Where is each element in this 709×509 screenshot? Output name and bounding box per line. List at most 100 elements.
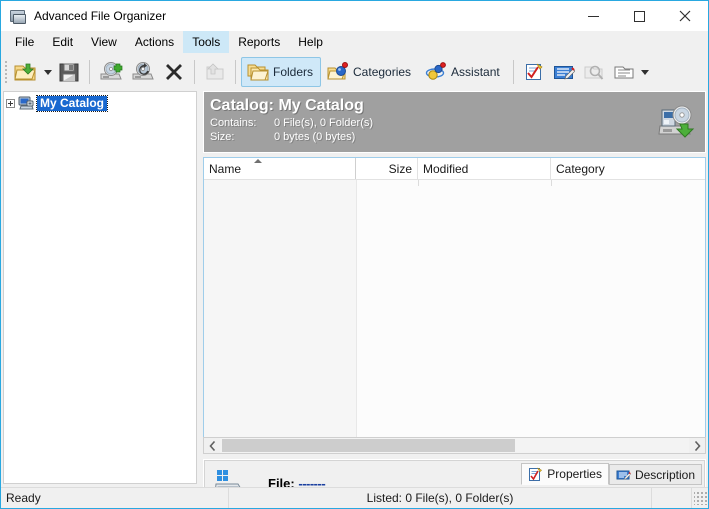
status-listed: Listed: 0 File(s), 0 Folder(s) — [229, 488, 652, 508]
toolbar-separator-3 — [235, 60, 236, 84]
catalog-contains-row: Contains: 0 File(s), 0 Folder(s) — [210, 116, 699, 130]
column-divider — [418, 180, 419, 186]
edit-note-icon — [553, 62, 575, 82]
status-bar: Ready Listed: 0 File(s), 0 Folder(s) — [1, 487, 708, 508]
right-pane: Catalog: My Catalog Contains: 0 File(s),… — [203, 91, 706, 508]
menu-item-view[interactable]: View — [82, 31, 126, 53]
tab-folders-label: Folders — [273, 65, 314, 79]
floppy-save-icon — [58, 61, 80, 83]
status-extra — [652, 488, 692, 508]
checklist-icon — [524, 62, 544, 82]
open-catalog-button[interactable] — [10, 57, 42, 87]
sort-ascending-icon — [253, 159, 262, 163]
toolbar-separator-4 — [512, 60, 514, 84]
resize-grip[interactable] — [694, 491, 708, 505]
plus-box-icon[interactable] — [6, 98, 15, 108]
checklist-button[interactable] — [519, 57, 549, 87]
categories-icon — [327, 62, 349, 82]
menu-item-file[interactable]: File — [6, 31, 43, 53]
column-header-size-label: Size — [388, 161, 412, 176]
hscroll-track[interactable] — [220, 438, 689, 453]
column-header-modified[interactable]: Modified — [418, 158, 551, 179]
catalog-disc-icon — [657, 102, 697, 142]
tab-assistant-label: Assistant — [451, 65, 500, 79]
hscroll-thumb[interactable] — [222, 439, 515, 452]
open-catalog-dropdown[interactable] — [42, 58, 54, 86]
column-header-modified-label: Modified — [423, 161, 469, 176]
tree-item-label: My Catalog — [35, 94, 109, 112]
delete-button[interactable] — [159, 57, 189, 87]
scroll-right-arrow-icon[interactable] — [689, 438, 705, 453]
add-catalog-button[interactable] — [95, 57, 127, 87]
scroll-left-arrow-icon[interactable] — [204, 438, 220, 453]
assistant-icon — [425, 62, 447, 82]
app-window-icon — [9, 8, 26, 24]
title-bar: Advanced File Organizer — [1, 1, 708, 31]
search-button[interactable] — [579, 57, 609, 87]
cd-add-icon — [99, 61, 123, 83]
tab-folders[interactable]: Folders — [241, 57, 322, 87]
menu-item-edit[interactable]: Edit — [43, 31, 82, 53]
catalog-size-row: Size: 0 bytes (0 bytes) — [210, 130, 699, 144]
tree-item-my-catalog[interactable]: My Catalog — [4, 94, 196, 112]
catalog-computer-icon — [18, 95, 34, 111]
delete-x-icon — [164, 62, 184, 82]
folder-view-icon — [613, 63, 635, 81]
tab-description[interactable]: Description — [608, 464, 702, 485]
properties-icon — [528, 467, 543, 482]
menu-bar: File Edit View Actions Tools Reports Hel… — [1, 31, 708, 53]
tab-properties[interactable]: Properties — [521, 463, 609, 485]
tab-categories-label: Categories — [353, 65, 412, 79]
toolbar: Folders Categories Assistant — [1, 53, 708, 91]
folders-icon — [247, 62, 269, 82]
menu-item-actions[interactable]: Actions — [126, 31, 183, 53]
column-header-name[interactable]: Name — [204, 158, 356, 179]
update-catalog-button[interactable] — [127, 57, 159, 87]
toolbar-grip[interactable] — [3, 59, 10, 85]
window-controls — [570, 1, 708, 31]
file-list-headers: Name Size Modified Category — [204, 158, 705, 180]
catalog-tree-panel[interactable]: My Catalog — [3, 91, 197, 484]
tab-description-label: Description — [634, 467, 695, 482]
menu-item-tools[interactable]: Tools — [183, 31, 230, 53]
menu-item-help[interactable]: Help — [289, 31, 332, 53]
name-column-highlight — [204, 180, 357, 450]
menu-item-reports[interactable]: Reports — [229, 31, 289, 53]
file-list-hscrollbar[interactable] — [203, 437, 706, 454]
application-window: Advanced File Organizer File Edit View A… — [0, 0, 709, 509]
description-icon — [616, 468, 631, 482]
window-title: Advanced File Organizer — [34, 9, 167, 23]
column-header-category-label: Category — [556, 161, 605, 176]
open-folder-icon — [14, 61, 38, 83]
column-header-size[interactable]: Size — [356, 158, 418, 179]
column-divider — [551, 180, 552, 186]
file-list-body[interactable] — [204, 180, 705, 450]
tab-assistant[interactable]: Assistant — [419, 57, 508, 87]
catalog-contains-label: Contains: — [210, 117, 257, 129]
catalog-size-label: Size: — [210, 131, 235, 143]
status-state: Ready — [1, 488, 229, 508]
edit-note-button[interactable] — [549, 57, 579, 87]
tab-properties-label: Properties — [547, 467, 602, 481]
catalog-summary-panel: Catalog: My Catalog Contains: 0 File(s),… — [203, 91, 706, 153]
toolbar-separator — [89, 60, 90, 84]
tab-categories[interactable]: Categories — [321, 57, 419, 87]
catalog-size-value: 0 bytes (0 bytes) — [274, 131, 356, 143]
column-header-category[interactable]: Category — [551, 158, 705, 179]
column-header-name-label: Name — [209, 161, 242, 176]
catalog-contains-value: 0 File(s), 0 Folder(s) — [274, 117, 374, 129]
view-mode-button[interactable] — [609, 57, 639, 87]
maximize-button[interactable] — [616, 1, 662, 31]
catalog-title: Catalog: My Catalog — [210, 96, 699, 115]
catalog-title-value: My Catalog — [278, 97, 364, 114]
close-button[interactable] — [662, 1, 708, 31]
toolbar-separator-2 — [194, 60, 195, 84]
save-catalog-button[interactable] — [54, 57, 84, 87]
minimize-button[interactable] — [570, 1, 616, 31]
export-button[interactable] — [200, 57, 230, 87]
file-list[interactable]: Name Size Modified Category — [203, 157, 706, 451]
cd-refresh-icon — [131, 61, 155, 83]
view-mode-dropdown[interactable] — [639, 58, 651, 86]
catalog-title-label: Catalog: — [210, 97, 274, 114]
search-folder-icon — [584, 62, 604, 82]
